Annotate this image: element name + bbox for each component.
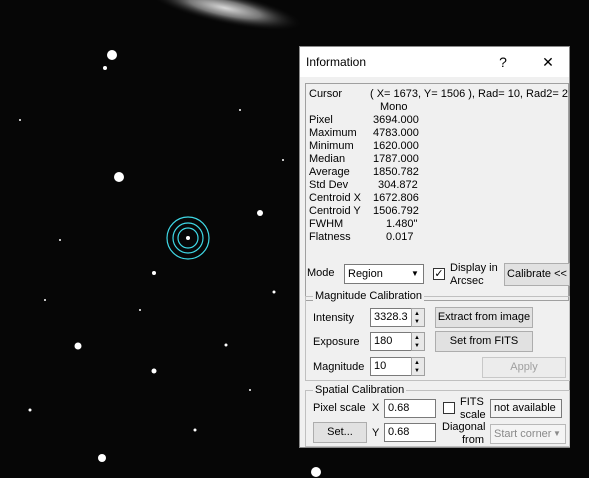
pixel-scale-x-input[interactable]: 0.68 (384, 399, 436, 418)
x-label: X (372, 402, 380, 414)
chevron-down-icon: ▼ (553, 429, 561, 438)
diagonal-label-2: from (462, 434, 484, 446)
star (224, 343, 228, 347)
star (139, 309, 141, 311)
title-bar[interactable]: Information ? ✕ (300, 47, 569, 77)
set-from-fits-button[interactable]: Set from FITS (435, 331, 533, 352)
display-arcsec-label-2: Arcsec (450, 275, 484, 287)
star (59, 239, 61, 241)
help-button[interactable]: ? (488, 51, 518, 73)
color-mode-text: Mono (380, 101, 408, 113)
star (114, 172, 124, 182)
dialog-title: Information (306, 55, 367, 69)
star (239, 109, 241, 111)
star (74, 342, 82, 350)
star (282, 159, 284, 161)
information-dialog: Information ? ✕ Cursor ( X= 1673, Y= 150… (299, 46, 570, 448)
magnitude-spinner[interactable]: ▲ ▼ (411, 357, 425, 376)
cursor-value: ( X= 1673, Y= 1506 ), Rad= 10, Rad2= 22 (370, 88, 569, 100)
exposure-label: Exposure (313, 336, 360, 348)
star (249, 389, 251, 391)
pixel-scale-label: Pixel scale (313, 402, 366, 414)
display-arcsec-checkbox[interactable]: ✓ (433, 268, 445, 280)
star (28, 408, 32, 412)
star (152, 271, 156, 275)
star (186, 236, 190, 240)
calibrate-button[interactable]: Calibrate << (504, 263, 570, 286)
fits-scale-label-1: FITS (460, 396, 484, 408)
extract-from-image-button[interactable]: Extract from image (435, 307, 533, 328)
magnitude-input[interactable]: 10 (370, 357, 412, 376)
fits-scale-label-2: scale (460, 409, 486, 421)
star (272, 290, 276, 294)
close-button[interactable]: ✕ (533, 51, 563, 73)
exposure-spinner[interactable]: ▲ ▼ (411, 332, 425, 351)
diagonal-selected: Start corner (494, 428, 552, 440)
apply-button[interactable]: Apply (482, 357, 566, 378)
star (193, 428, 197, 432)
fits-scale-value: not available (490, 399, 562, 418)
mode-selected: Region (348, 268, 383, 280)
spatial-calibration-title: Spatial Calibration (313, 384, 407, 396)
star (257, 210, 263, 216)
exposure-input[interactable]: 180 (370, 332, 412, 351)
diagonal-from-dropdown[interactable]: Start corner ▼ (490, 424, 566, 444)
mode-label: Mode (307, 267, 335, 279)
display-arcsec-label-1: Display in (450, 262, 498, 274)
mode-dropdown[interactable]: Region ▼ (344, 264, 424, 284)
pixel-scale-y-input[interactable]: 0.68 (384, 423, 436, 442)
star (19, 119, 21, 121)
y-label: Y (372, 427, 380, 439)
star (44, 299, 46, 301)
chevron-down-icon: ▼ (411, 269, 419, 278)
intensity-input[interactable]: 3328.3 (370, 308, 412, 327)
star (311, 467, 321, 477)
diagonal-label-1: Diagonal (442, 421, 486, 433)
star (98, 454, 106, 462)
magnitude-calibration-title: Magnitude Calibration (313, 290, 425, 302)
star (103, 66, 107, 70)
intensity-label: Intensity (313, 312, 354, 324)
star (107, 50, 117, 60)
magnitude-label: Magnitude (313, 361, 365, 373)
cursor-label: Cursor (309, 88, 343, 100)
set-scale-button[interactable]: Set... (313, 422, 367, 443)
fits-scale-checkbox[interactable] (443, 402, 455, 414)
star (151, 368, 157, 374)
intensity-spinner[interactable]: ▲ ▼ (411, 308, 425, 327)
